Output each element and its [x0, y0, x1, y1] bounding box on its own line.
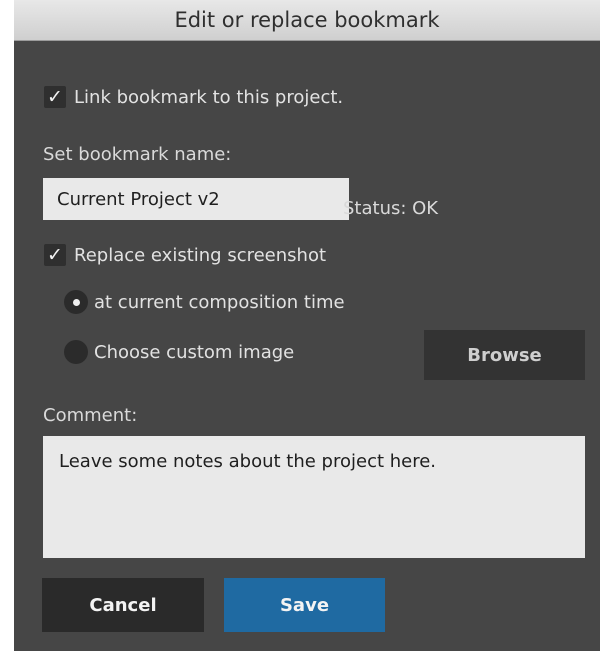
replace-screenshot-label: Replace existing screenshot: [74, 244, 327, 266]
browse-button[interactable]: Browse: [424, 330, 585, 380]
dialog-title: Edit or replace bookmark: [174, 8, 440, 32]
dialog-title-bar[interactable]: Edit or replace bookmark: [14, 0, 600, 41]
replace-screenshot-checkbox[interactable]: ✓ Replace existing screenshot: [44, 244, 326, 266]
cancel-button[interactable]: Cancel: [42, 578, 204, 632]
link-bookmark-checkbox[interactable]: ✓ Link bookmark to this project.: [44, 86, 343, 108]
status-text: Status: OK: [343, 198, 439, 219]
radio-selected-icon: [64, 290, 88, 314]
radio-unselected-icon: [64, 340, 88, 364]
radio-label-custom-image: Choose custom image: [94, 341, 295, 363]
checkmark-icon: ✓: [44, 244, 66, 266]
link-bookmark-label: Link bookmark to this project.: [74, 86, 344, 108]
bookmark-name-label: Set bookmark name:: [43, 144, 232, 165]
radio-label-current-time: at current composition time: [94, 291, 345, 313]
comment-textarea[interactable]: Leave some notes about the project here.: [43, 436, 585, 558]
radio-current-composition-time[interactable]: at current composition time: [64, 290, 345, 314]
radio-choose-custom-image[interactable]: Choose custom image: [64, 340, 294, 364]
save-button[interactable]: Save: [224, 578, 385, 632]
checkmark-icon: ✓: [44, 86, 66, 108]
edit-bookmark-dialog: Edit or replace bookmark ✓ Link bookmark…: [14, 0, 600, 651]
comment-label: Comment:: [43, 405, 138, 426]
bookmark-name-input[interactable]: [43, 178, 349, 220]
